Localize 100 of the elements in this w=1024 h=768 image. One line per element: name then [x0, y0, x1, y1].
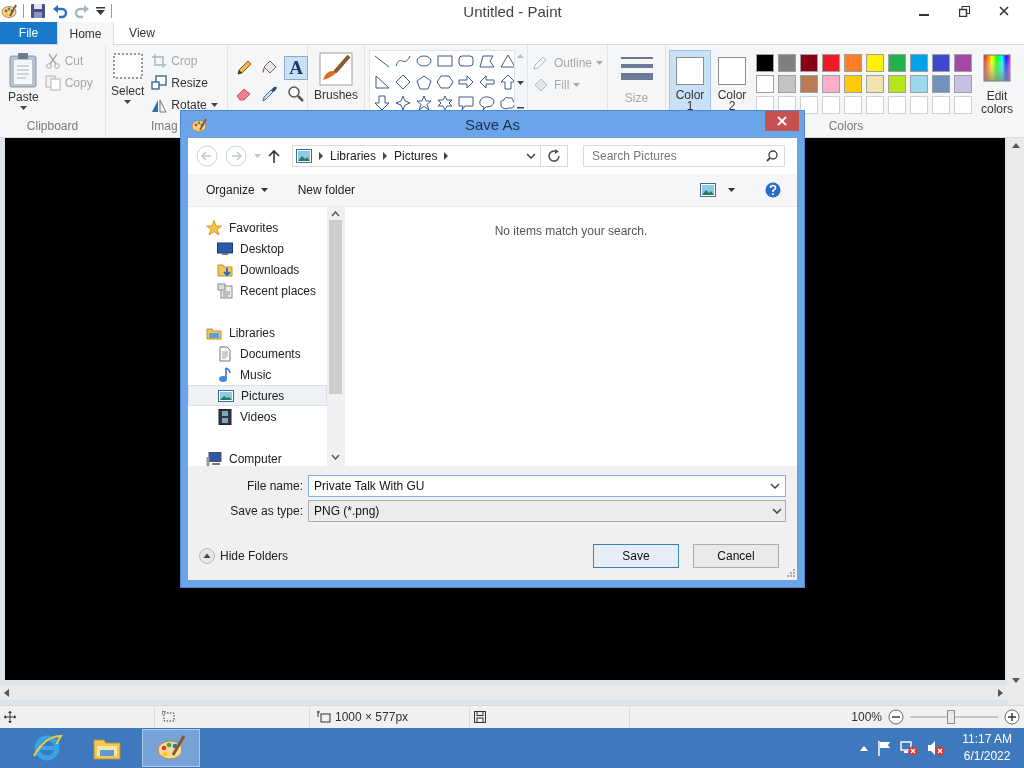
palette-swatch[interactable] — [756, 54, 774, 72]
hide-folders-button[interactable]: Hide Folders — [199, 548, 289, 564]
left-arrow-icon[interactable] — [478, 74, 496, 90]
nav-tree-item[interactable]: Music — [188, 364, 327, 385]
nav-tree-item[interactable]: Desktop — [188, 238, 327, 259]
zoom-in-icon[interactable] — [1004, 709, 1020, 725]
network-icon[interactable] — [900, 740, 919, 756]
down-arrow-icon[interactable] — [373, 95, 391, 111]
triangle-icon[interactable] — [499, 53, 514, 69]
empty-swatch[interactable] — [800, 96, 818, 114]
empty-swatch[interactable] — [888, 96, 906, 114]
color-slot[interactable]: Color 2 — [711, 50, 753, 120]
search-icon[interactable] — [766, 150, 778, 162]
palette-swatch[interactable] — [778, 54, 796, 72]
palette-swatch[interactable] — [844, 75, 862, 93]
dialog-button[interactable]: Cancel — [693, 544, 779, 568]
empty-swatch[interactable] — [932, 96, 950, 114]
palette-swatch[interactable] — [888, 75, 906, 93]
oval-icon[interactable] — [415, 53, 433, 69]
up-arrow-icon[interactable] — [499, 74, 514, 90]
palette-swatch[interactable] — [866, 75, 884, 93]
palette-swatch[interactable] — [888, 54, 906, 72]
palette-swatch[interactable] — [800, 54, 818, 72]
hexagon-icon[interactable] — [436, 74, 454, 90]
polygon-icon[interactable] — [478, 53, 496, 69]
undo-icon[interactable] — [52, 3, 68, 19]
diamond-icon[interactable] — [394, 74, 412, 90]
resize-button[interactable]: Resize — [151, 74, 218, 92]
chevron-down-icon[interactable] — [526, 153, 536, 159]
nav-tree-item[interactable]: Videos — [188, 406, 327, 427]
horizontal-scrollbar[interactable] — [0, 685, 1007, 700]
clock-date[interactable]: 6/1/2022 — [963, 748, 1011, 765]
palette-swatch[interactable] — [932, 75, 950, 93]
chevron-right-icon[interactable] — [383, 152, 388, 160]
taskbar-button[interactable] — [142, 729, 200, 767]
scroll-down-icon[interactable] — [1011, 678, 1020, 683]
rotate-button[interactable]: Rotate — [151, 96, 218, 114]
up-arrow-icon[interactable] — [268, 149, 280, 163]
cloud-icon[interactable] — [499, 95, 514, 111]
scroll-down-icon[interactable] — [517, 80, 525, 85]
nav-tree-item[interactable]: Libraries — [188, 322, 327, 343]
empty-swatch[interactable] — [954, 96, 972, 114]
breadcrumb-item[interactable]: Pictures — [394, 149, 438, 163]
clock-time[interactable]: 11:17 AM — [962, 731, 1012, 748]
text-tool[interactable]: A — [284, 56, 308, 80]
chevron-right-icon[interactable] — [444, 152, 449, 160]
palette-swatch[interactable] — [800, 75, 818, 93]
empty-swatch[interactable] — [844, 96, 862, 114]
scroll-right-icon[interactable] — [998, 688, 1003, 697]
organize-button[interactable]: Organize — [206, 183, 268, 197]
refresh-icon[interactable] — [547, 149, 561, 163]
scroll-up-icon[interactable] — [1011, 143, 1020, 148]
scroll-left-icon[interactable] — [4, 688, 9, 697]
paste-button[interactable]: Paste — [0, 50, 45, 119]
palette-swatch[interactable] — [866, 54, 884, 72]
brushes-button[interactable]: Brushes — [308, 50, 364, 119]
nav-tree-item[interactable]: Favorites — [188, 217, 327, 238]
chevron-down-icon[interactable] — [770, 483, 780, 489]
zoom-slider[interactable] — [910, 708, 998, 726]
palette-swatch[interactable] — [778, 75, 796, 93]
save-icon[interactable] — [30, 3, 46, 19]
palette-swatch[interactable] — [932, 54, 950, 72]
palette-swatch[interactable] — [954, 75, 972, 93]
zoom-out-icon[interactable] — [888, 709, 904, 725]
dialog-button[interactable]: Save — [593, 544, 679, 568]
palette-swatch[interactable] — [822, 54, 840, 72]
palette-swatch[interactable] — [910, 54, 928, 72]
breadcrumb-item[interactable]: Libraries — [330, 149, 377, 163]
nav-tree-item[interactable]: Downloads — [188, 259, 327, 280]
nav-pane-scrollbar[interactable] — [327, 207, 344, 466]
callout-icon[interactable] — [457, 95, 475, 111]
file-menu-tab[interactable]: File — [0, 21, 57, 44]
palette-swatch[interactable] — [756, 75, 774, 93]
ribbon-tab[interactable]: View — [114, 21, 170, 44]
slider-thumb[interactable] — [947, 710, 956, 724]
chevron-right-icon[interactable] — [319, 152, 323, 160]
resize-grip-icon[interactable] — [787, 569, 795, 577]
six-point-star-icon[interactable] — [436, 95, 454, 111]
file-name-field[interactable]: Private Talk With GU — [308, 475, 786, 497]
search-field[interactable]: Search Pictures — [583, 145, 785, 167]
customize-icon[interactable] — [96, 7, 105, 15]
four-point-star-icon[interactable] — [394, 95, 412, 111]
rounded-rectangle-icon[interactable] — [457, 53, 475, 69]
ribbon-tab[interactable]: Home — [57, 21, 114, 45]
chevron-up-icon[interactable] — [860, 745, 869, 751]
palette-icon[interactable] — [1, 3, 17, 19]
speaker-icon[interactable] — [927, 740, 946, 756]
empty-swatch[interactable] — [910, 96, 928, 114]
address-bar[interactable]: Libraries Pictures — [292, 145, 568, 167]
line-icon[interactable] — [373, 53, 391, 69]
empty-swatch[interactable] — [822, 96, 840, 114]
right-triangle-icon[interactable] — [373, 74, 391, 90]
vertical-scrollbar[interactable] — [1007, 138, 1024, 705]
curve-icon[interactable] — [394, 53, 412, 69]
edit-colors-button[interactable]: Edit colors — [975, 50, 1019, 119]
flag-icon[interactable] — [877, 740, 892, 756]
select-button[interactable]: Select — [106, 50, 149, 119]
file-type-dropdown[interactable]: PNG (*.png) — [308, 500, 786, 522]
star-icon[interactable] — [415, 95, 433, 111]
palette-swatch[interactable] — [910, 75, 928, 93]
